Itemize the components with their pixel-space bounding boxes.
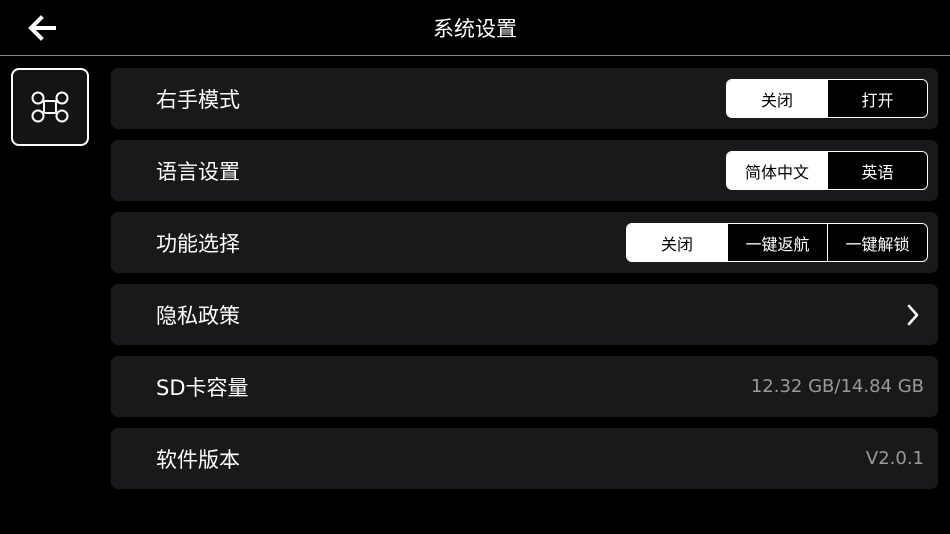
right-hand-mode-label: 右手模式 [156,87,240,112]
language-toggle: 简体中文 英语 [726,151,928,190]
setting-row-right-hand-mode: 右手模式 关闭 打开 [111,68,938,129]
setting-row-privacy-policy[interactable]: 隐私政策 [111,284,938,345]
function-toggle: 关闭 一键返航 一键解锁 [626,223,928,262]
right-hand-mode-option-off[interactable]: 关闭 [727,80,827,117]
privacy-policy-label: 隐私政策 [156,303,240,328]
sd-card-capacity-value: 12.32 GB/14.84 GB [750,376,924,397]
right-hand-mode-option-on[interactable]: 打开 [827,80,927,117]
setting-row-language: 语言设置 简体中文 英语 [111,140,938,201]
function-option-unlock[interactable]: 一键解锁 [827,224,927,261]
function-option-return-home[interactable]: 一键返航 [727,224,827,261]
top-bar: 系统设置 [0,0,950,56]
software-version-value: V2.0.1 [865,448,924,469]
setting-row-function: 功能选择 关闭 一键返航 一键解锁 [111,212,938,273]
function-option-off[interactable]: 关闭 [627,224,727,261]
language-option-simplified-chinese[interactable]: 简体中文 [727,152,827,189]
function-label: 功能选择 [156,231,240,256]
right-hand-mode-toggle: 关闭 打开 [726,79,928,118]
setting-row-software-version: 软件版本 V2.0.1 [111,428,938,489]
language-label: 语言设置 [156,159,240,184]
software-version-label: 软件版本 [156,447,240,472]
setting-row-sd-card: SD卡容量 12.32 GB/14.84 GB [111,356,938,417]
chevron-right-icon [902,302,924,328]
sd-card-label: SD卡容量 [156,375,249,400]
language-option-english[interactable]: 英语 [827,152,927,189]
page-title: 系统设置 [433,17,517,41]
sidebar-tab-drone[interactable] [11,68,89,146]
drone-icon [31,91,69,123]
